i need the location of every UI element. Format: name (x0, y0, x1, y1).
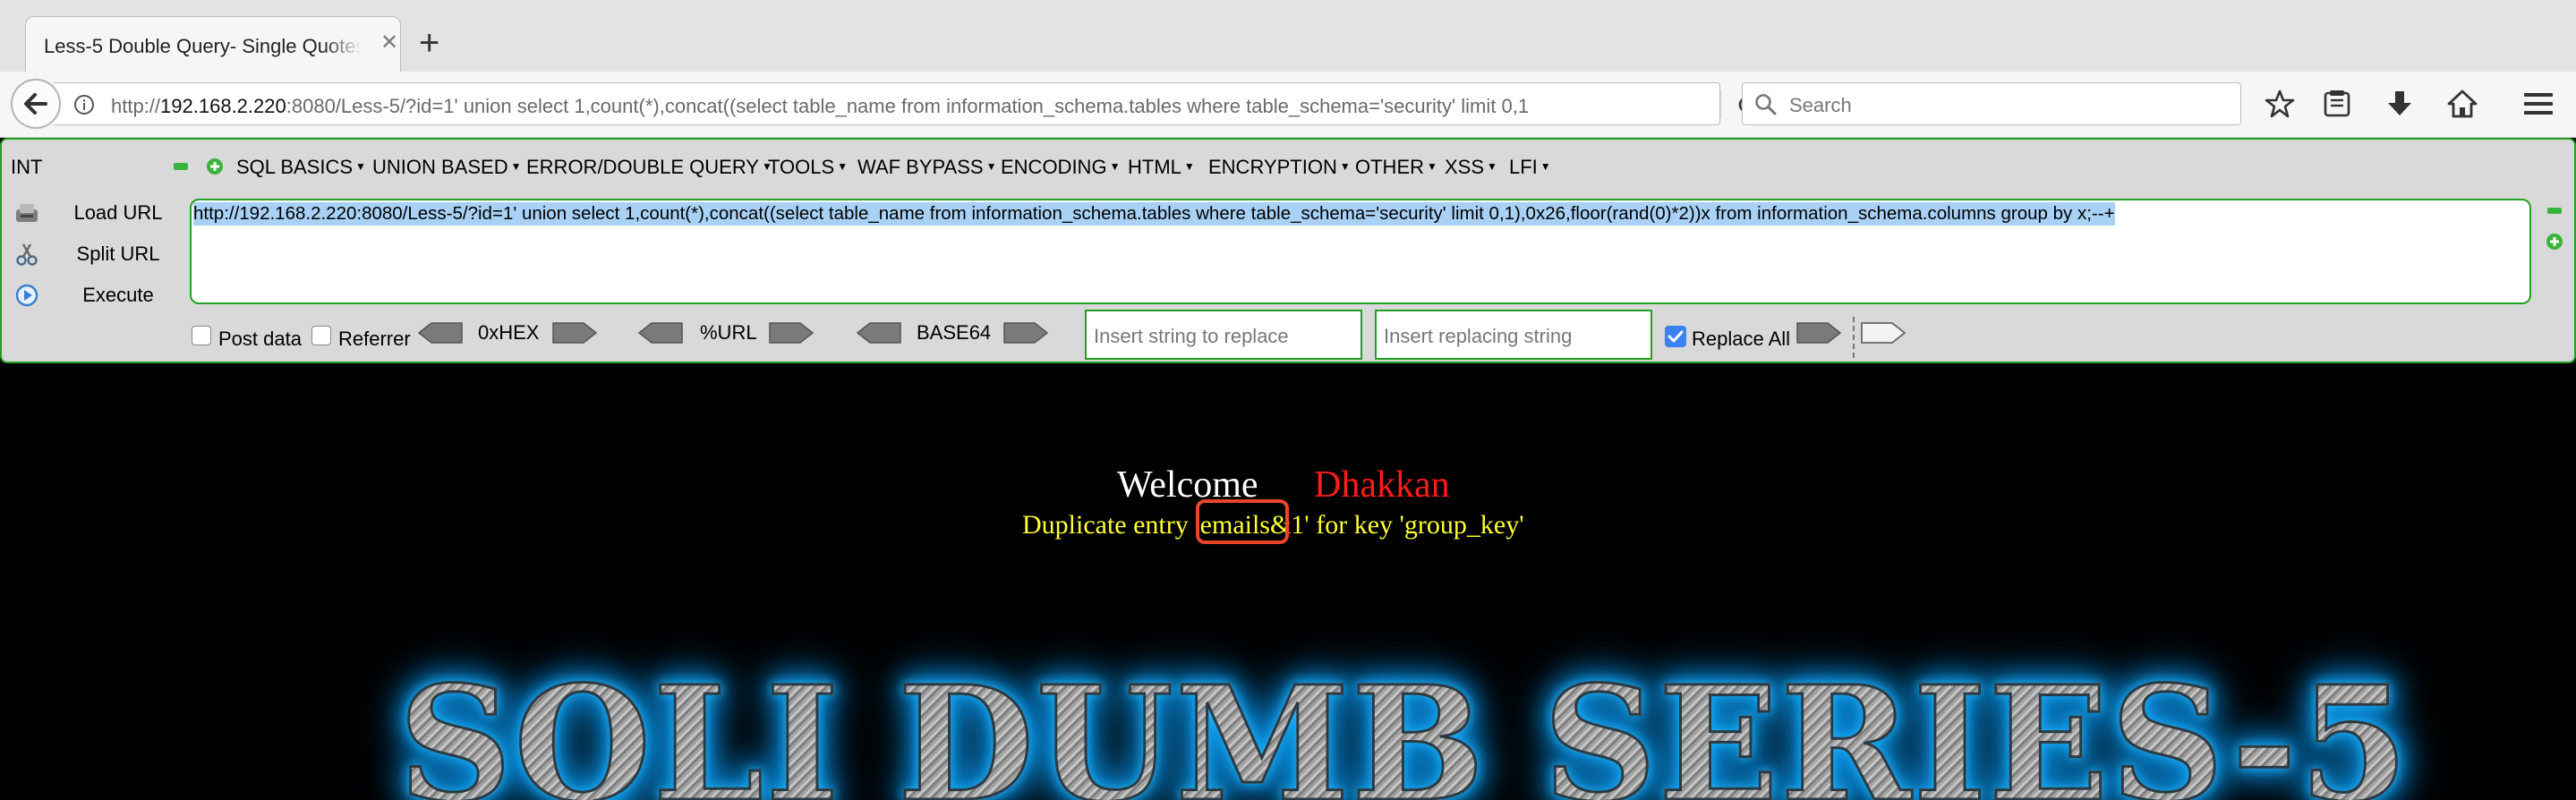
expand-textarea-icon[interactable] (2546, 233, 2563, 251)
highlight-annotation (1196, 499, 1289, 544)
browser-tab[interactable]: Less-5 Double Query- Single Quotes- Stri… (25, 16, 401, 73)
hex-label: 0xHEX (478, 321, 540, 344)
series-banner: SQLI DUMB SERIES-5 (0, 626, 2576, 800)
menu-label: LFI (1509, 156, 1538, 178)
menu-label: SQL BASICS (236, 156, 354, 178)
search-bar[interactable]: Search (1742, 82, 2241, 125)
download-icon[interactable] (2384, 89, 2415, 119)
menu-other[interactable]: OTHER ▼ (1355, 156, 1437, 179)
back-arrow-icon (24, 93, 47, 115)
search-icon (1755, 94, 1777, 115)
replace-all-label: Replace All (1692, 328, 1791, 350)
increase-icon[interactable] (206, 157, 224, 175)
url-decode-arrow-icon[interactable] (637, 320, 684, 345)
url-prefix: http:// (111, 95, 161, 117)
reading-list-icon[interactable] (2322, 89, 2352, 119)
menu-label: ENCRYPTION (1208, 156, 1337, 178)
execute-label: Execute (82, 284, 154, 306)
tab-strip: Less-5 Double Query- Single Quotes- Stri… (0, 0, 2576, 73)
search-placeholder: Search (1789, 94, 1852, 116)
info-icon[interactable] (73, 94, 95, 115)
referrer-label: Referrer (338, 328, 411, 350)
banner-text: SQLI DUMB SERIES-5 (397, 651, 2410, 800)
replacing-string-input[interactable]: Insert replacing string (1375, 310, 1652, 360)
menu-html[interactable]: HTML ▼ (1128, 156, 1195, 179)
url-bar[interactable]: http://192.168.2.220:8080/Less-5/?id=1' … (54, 82, 1756, 125)
menu-sql-basics[interactable]: SQL BASICS ▼ (236, 156, 366, 179)
hex-decode-arrow-icon[interactable] (417, 320, 464, 345)
load-url-icon (16, 204, 38, 222)
separator (1853, 317, 1855, 358)
close-tab-icon[interactable]: ✕ (380, 32, 398, 54)
load-url-label: Load URL (73, 201, 163, 224)
url-rest: :8080/Less-5/?id=1' union select 1,count… (286, 95, 1530, 117)
menu-label: WAF BYPASS (857, 156, 984, 178)
menu-label: OTHER (1355, 156, 1424, 178)
menu-label: XSS (1445, 156, 1485, 178)
hamburger-menu-icon[interactable] (2522, 89, 2555, 119)
replace-arrow-icon[interactable] (1796, 320, 1842, 345)
hex-encode-arrow-icon[interactable] (551, 320, 598, 345)
menu-xss[interactable]: XSS ▼ (1445, 156, 1497, 179)
replacing-string-placeholder: Insert replacing string (1384, 325, 1573, 347)
url-text[interactable]: http://192.168.2.220:8080/Less-5/?id=1' … (111, 95, 1722, 118)
menu-error-double-query[interactable]: ERROR/DOUBLE QUERY ▼ (526, 156, 772, 179)
execute-button[interactable]: Execute (11, 279, 181, 311)
execute-icon (15, 284, 38, 307)
menu-label: HTML (1128, 156, 1181, 178)
url-divider (1720, 90, 1721, 119)
user-name-text: Dhakkan (1314, 464, 1450, 506)
post-data-label: Post data (218, 328, 302, 350)
url-textarea[interactable]: http://192.168.2.220:8080/Less-5/?id=1' … (190, 199, 2531, 304)
menu-label: UNION BASED (372, 156, 508, 178)
post-data-checkbox[interactable] (192, 326, 211, 345)
url-encode-arrow-icon[interactable] (768, 320, 815, 345)
replace-string-input[interactable]: Insert string to replace (1085, 310, 1362, 360)
replace-all-checkbox[interactable] (1665, 326, 1686, 347)
back-button[interactable] (11, 79, 61, 129)
load-url-button[interactable]: Load URL (11, 197, 181, 229)
menu-encryption[interactable]: ENCRYPTION ▼ (1208, 156, 1351, 179)
base64-encode-arrow-icon[interactable] (1002, 320, 1049, 345)
menu-encoding[interactable]: ENCODING ▼ (1001, 156, 1120, 179)
replace-execute-arrow-icon[interactable] (1860, 320, 1906, 345)
menu-label: ENCODING (1001, 156, 1107, 178)
decrease-icon[interactable] (174, 163, 188, 170)
navigation-bar: http://192.168.2.220:8080/Less-5/?id=1' … (0, 72, 2576, 138)
split-url-button[interactable]: Split URL (11, 238, 181, 270)
base64-decode-arrow-icon[interactable] (856, 320, 902, 345)
shrink-textarea-icon[interactable] (2547, 208, 2562, 214)
int-dropdown[interactable]: INT (11, 156, 42, 179)
new-tab-button[interactable]: + (419, 25, 439, 61)
split-url-icon (16, 243, 38, 266)
menu-label: ERROR/DOUBLE QUERY (526, 156, 759, 178)
split-url-label: Split URL (76, 243, 160, 265)
url-host: 192.168.2.220 (160, 95, 286, 117)
referrer-checkbox[interactable] (311, 326, 331, 345)
menu-union-based[interactable]: UNION BASED ▼ (372, 156, 521, 179)
base64-label: BASE64 (917, 321, 992, 344)
url-encoding-label: %URL (700, 321, 757, 344)
menu-waf-bypass[interactable]: WAF BYPASS ▼ (857, 156, 996, 179)
tab-title: Less-5 Double Query- Single Quotes- Stri… (44, 35, 362, 57)
bookmark-star-icon[interactable] (2265, 89, 2295, 119)
home-icon[interactable] (2447, 89, 2478, 119)
replace-string-placeholder: Insert string to replace (1094, 325, 1289, 347)
menu-tools[interactable]: TOOLS ▼ (768, 156, 848, 179)
url-textarea-value: http://192.168.2.220:8080/Less-5/?id=1' … (193, 202, 2115, 226)
hackbar-panel: INT SQL BASICS ▼ UNION BASED ▼ ERROR/DOUBL… (0, 138, 2576, 363)
menu-label: TOOLS (768, 156, 835, 178)
menu-lfi[interactable]: LFI ▼ (1509, 156, 1551, 179)
